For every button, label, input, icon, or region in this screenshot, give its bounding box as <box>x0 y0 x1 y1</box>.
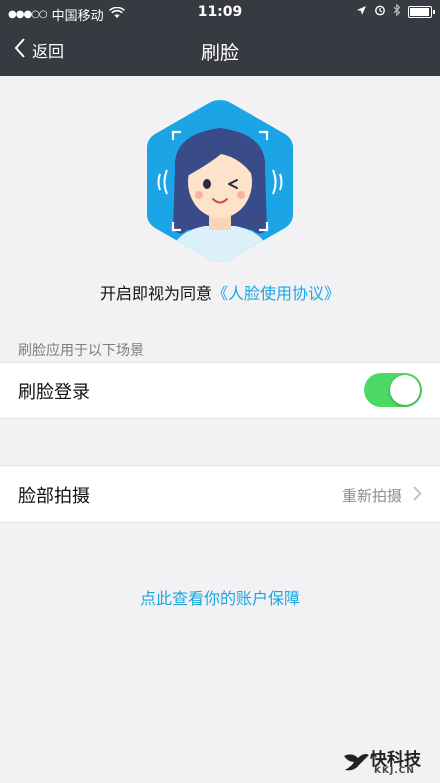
face-login-row: 刷脸登录 <box>0 362 440 419</box>
status-bar: ●●●○○ 中国移动 11:09 <box>0 0 440 26</box>
alarm-icon <box>374 4 386 19</box>
location-arrow-icon <box>356 5 367 19</box>
scenario-section-title: 刷脸应用于以下场景 <box>18 343 144 359</box>
bird-logo-icon <box>342 748 370 778</box>
face-capture-row[interactable]: 脸部拍摄 重新拍摄 <box>0 465 440 523</box>
face-login-toggle[interactable] <box>364 373 422 407</box>
face-avatar-illustration <box>145 98 295 264</box>
retake-label: 重新拍摄 <box>341 487 402 505</box>
toggle-knob <box>390 375 420 405</box>
watermark: 快科技 KKJ.CN <box>342 746 432 778</box>
status-right <box>356 3 435 19</box>
agreement-prefix: 开启即视为同意 <box>99 284 212 303</box>
navigation-bar: 返回 刷脸 <box>0 26 440 76</box>
account-protection-link[interactable]: 点此查看你的账户保障 <box>0 585 440 609</box>
agreement-text: 开启即视为同意《人脸使用协议》 <box>0 280 440 304</box>
battery-level <box>410 7 429 16</box>
page-title: 刷脸 <box>200 42 239 64</box>
face-login-label: 刷脸登录 <box>18 382 90 403</box>
bluetooth-icon <box>393 3 401 19</box>
face-capture-label: 脸部拍摄 <box>18 486 90 507</box>
agreement-link[interactable]: 《人脸使用协议》 <box>212 284 340 303</box>
app-header: ●●●○○ 中国移动 11:09 返回 刷脸 <box>0 0 440 76</box>
chevron-right-icon <box>413 486 422 505</box>
battery-icon <box>408 5 435 18</box>
watermark-sub: KKJ.CN <box>374 766 415 776</box>
